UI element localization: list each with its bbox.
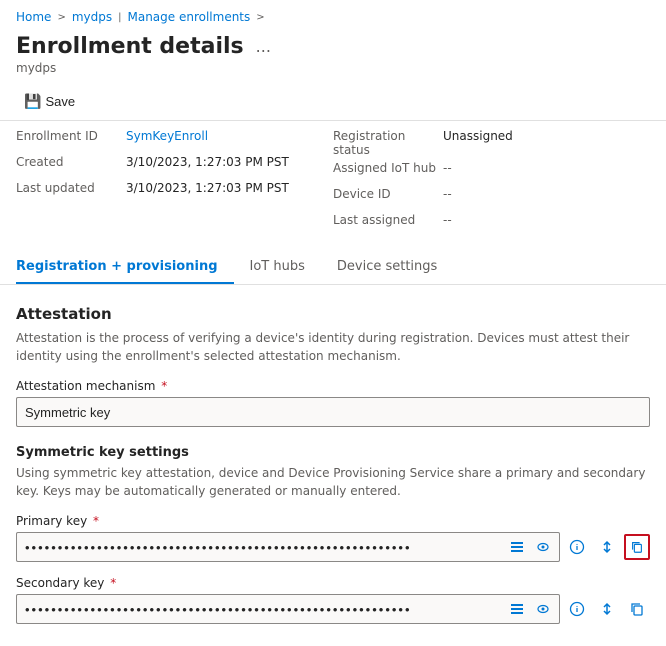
breadcrumb-mydps[interactable]: mydps	[72, 10, 112, 24]
breadcrumb-sep1: >	[57, 12, 65, 23]
breadcrumb-home[interactable]: Home	[16, 10, 51, 24]
primary-key-eye-icon[interactable]	[532, 536, 554, 558]
symmetric-key-title: Symmetric key settings	[16, 445, 650, 460]
attestation-mechanism-input[interactable]	[16, 397, 650, 427]
primary-key-input[interactable]	[16, 532, 560, 562]
secondary-key-field: Secondary key *	[16, 576, 650, 624]
detail-last-updated: Last updated 3/10/2023, 1:27:03 PM PST	[16, 181, 333, 203]
detail-created: Created 3/10/2023, 1:27:03 PM PST	[16, 155, 333, 177]
secondary-key-row	[16, 594, 650, 624]
breadcrumb: Home > mydps | Manage enrollments >	[0, 0, 666, 30]
save-button[interactable]: 💾 Save	[16, 89, 83, 114]
tab-device-settings[interactable]: Device settings	[337, 251, 453, 284]
primary-key-copy-icon[interactable]	[624, 534, 650, 560]
detail-device-id: Device ID --	[333, 187, 650, 209]
breadcrumb-manage[interactable]: Manage enrollments	[127, 10, 250, 24]
toolbar: 💾 Save	[0, 83, 666, 121]
breadcrumb-sep2: >	[256, 12, 264, 23]
primary-key-bars-icon[interactable]	[506, 536, 528, 558]
page-subtitle: mydps	[16, 61, 650, 75]
primary-key-info-icon[interactable]	[564, 534, 590, 560]
symmetric-key-section: Symmetric key settings Using symmetric k…	[16, 445, 650, 624]
secondary-key-label: Secondary key *	[16, 576, 650, 590]
secondary-key-info-icon[interactable]	[564, 596, 590, 622]
secondary-key-inline-icons	[506, 598, 554, 620]
primary-key-input-container	[16, 532, 560, 562]
primary-key-sort-icon[interactable]	[594, 534, 620, 560]
attestation-mechanism-field: Attestation mechanism *	[16, 379, 650, 427]
detail-registration-status: Registration status Unassigned	[333, 129, 650, 157]
secondary-key-input-container	[16, 594, 560, 624]
detail-assigned-hub: Assigned IoT hub --	[333, 161, 650, 183]
details-grid: Enrollment ID SymKeyEnroll Created 3/10/…	[0, 121, 666, 247]
tab-iothubs[interactable]: IoT hubs	[250, 251, 321, 284]
details-left: Enrollment ID SymKeyEnroll Created 3/10/…	[16, 129, 333, 235]
primary-key-row	[16, 532, 650, 562]
primary-key-label: Primary key *	[16, 514, 650, 528]
detail-last-assigned: Last assigned --	[333, 213, 650, 235]
primary-key-inline-icons	[506, 536, 554, 558]
breadcrumb-pipe: |	[118, 12, 121, 23]
content-area: Attestation Attestation is the process o…	[0, 285, 666, 644]
secondary-key-sort-icon[interactable]	[594, 596, 620, 622]
secondary-key-eye-icon[interactable]	[532, 598, 554, 620]
save-icon: 💾	[24, 93, 41, 110]
symmetric-key-desc: Using symmetric key attestation, device …	[16, 464, 650, 500]
page-header: Enrollment details ... mydps	[0, 30, 666, 83]
attestation-section-desc: Attestation is the process of verifying …	[16, 329, 650, 365]
secondary-key-copy-icon[interactable]	[624, 596, 650, 622]
secondary-key-bars-icon[interactable]	[506, 598, 528, 620]
ellipsis-button[interactable]: ...	[252, 35, 275, 58]
attestation-section-title: Attestation	[16, 305, 650, 323]
details-right: Registration status Unassigned Assigned …	[333, 129, 650, 235]
page-title: Enrollment details	[16, 34, 244, 59]
tab-registration[interactable]: Registration + provisioning	[16, 251, 234, 284]
primary-key-field: Primary key *	[16, 514, 650, 562]
secondary-key-input[interactable]	[16, 594, 560, 624]
save-label: Save	[45, 94, 75, 109]
detail-enrollment-id: Enrollment ID SymKeyEnroll	[16, 129, 333, 151]
tabs-container: Registration + provisioning IoT hubs Dev…	[0, 251, 666, 285]
mechanism-label: Attestation mechanism *	[16, 379, 650, 393]
